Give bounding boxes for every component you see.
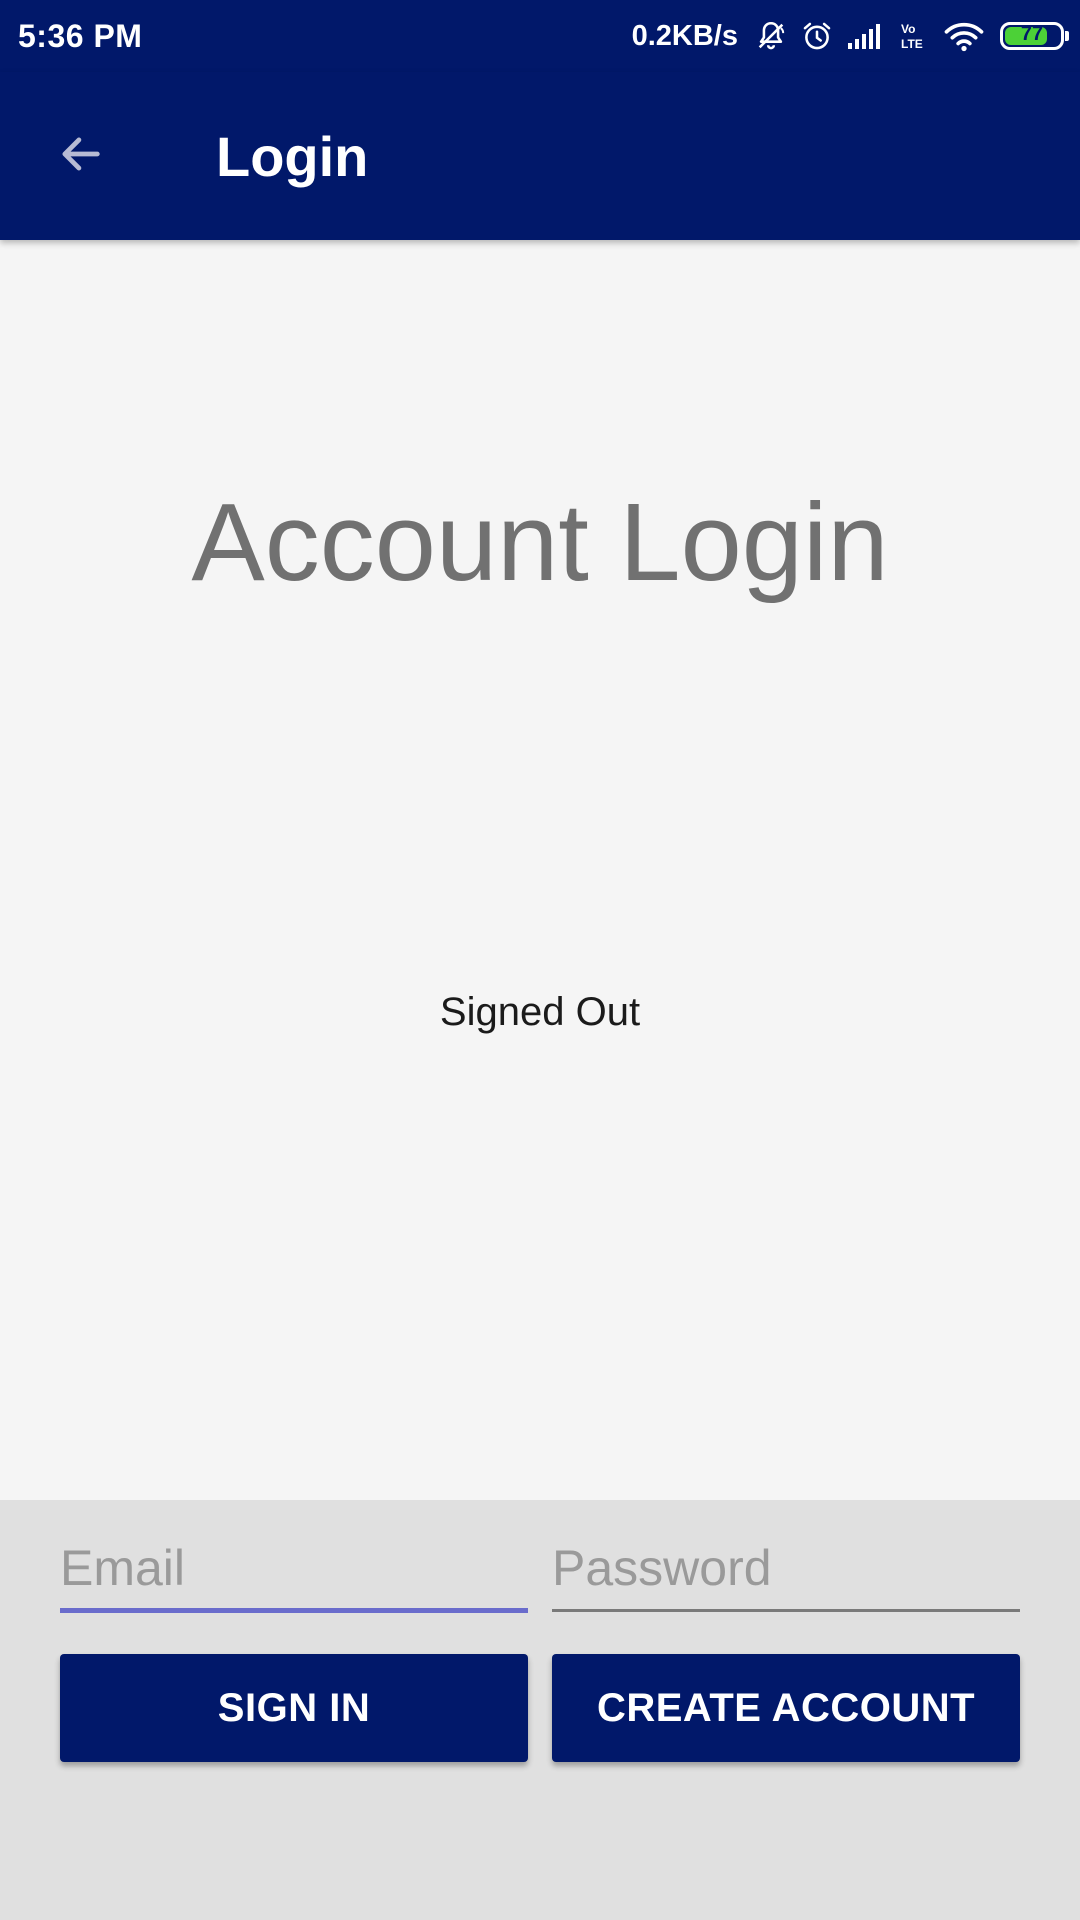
app-bar: Login [0,72,1080,240]
auth-status-text: Signed Out [439,990,641,1034]
volte-icon: Vo LTE [898,19,932,53]
alarm-icon [800,19,834,53]
email-underline [60,1608,528,1613]
battery-icon: 77 [1000,22,1069,50]
login-form-panel: SIGN IN CREATE ACCOUNT [0,1500,1080,1920]
status-bar: 5:36 PM 0.2KB/s Vo LTE 77 [0,0,1080,72]
battery-level-text: 77 [1020,23,1044,45]
password-input[interactable] [552,1532,1020,1604]
password-underline [552,1609,1020,1612]
arrow-back-icon [54,128,106,185]
account-login-heading: Account Login [191,481,889,604]
svg-text:LTE: LTE [901,37,923,51]
wifi-icon [944,19,984,53]
page-title: Login [216,125,369,188]
mute-bell-icon [754,19,788,53]
network-speed: 0.2KB/s [631,19,738,52]
back-button[interactable] [40,116,120,196]
email-input[interactable] [60,1532,528,1604]
password-field [552,1532,1020,1612]
svg-text:Vo: Vo [901,22,915,36]
status-icons: 0.2KB/s Vo LTE 77 [631,14,1069,58]
status-time: 5:36 PM [18,18,143,54]
battery-tip [1065,31,1069,41]
email-field [60,1532,528,1613]
signal-icon [846,21,886,51]
sign-in-button[interactable]: SIGN IN [60,1654,528,1762]
create-account-button[interactable]: CREATE ACCOUNT [552,1654,1020,1762]
